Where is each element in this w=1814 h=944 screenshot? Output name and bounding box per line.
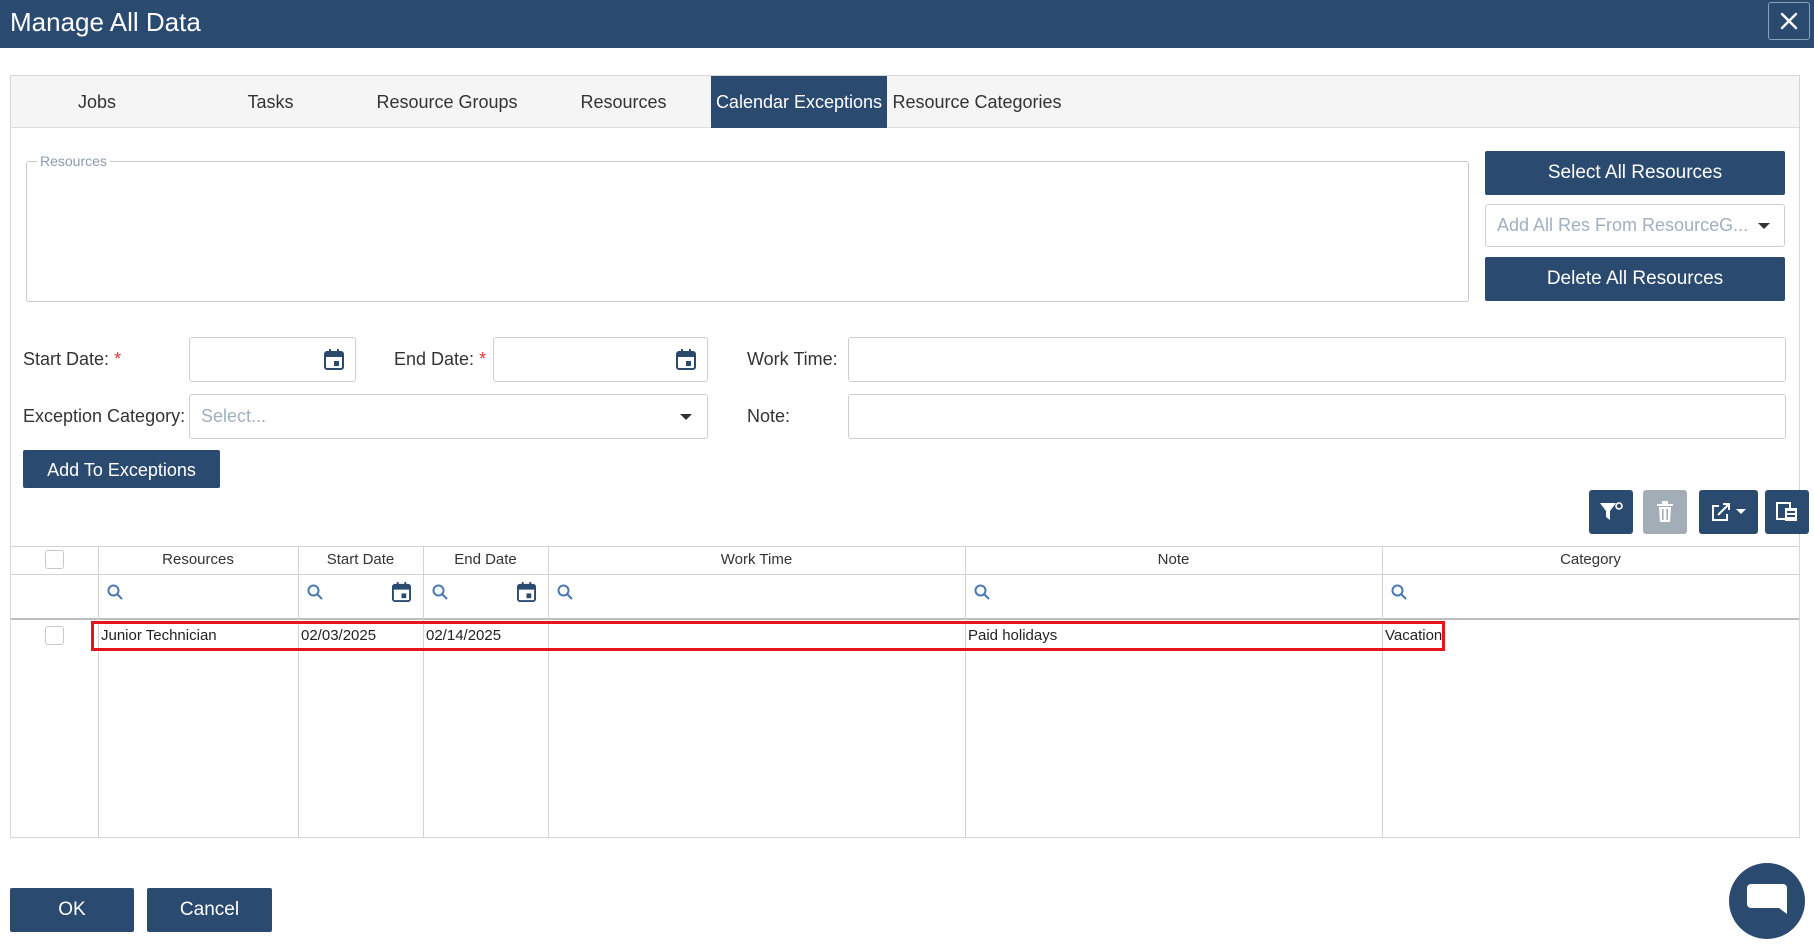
grid-column-divider (548, 546, 549, 838)
required-marker: * (479, 349, 487, 369)
delete-button[interactable] (1643, 490, 1687, 534)
select-all-resources-button[interactable]: Select All Resources (1485, 151, 1785, 195)
add-from-resource-group-placeholder: Add All Res From ResourceG... (1497, 215, 1749, 235)
calendar-icon[interactable] (392, 582, 411, 602)
row-checkbox[interactable] (45, 626, 64, 645)
add-from-resource-group-dropdown[interactable]: Add All Res From ResourceG... (1485, 204, 1785, 247)
main-panel: Jobs Tasks Resource Groups Resources Cal… (10, 75, 1809, 838)
export-button[interactable] (1699, 490, 1758, 534)
exception-category-select[interactable]: Select... (189, 394, 708, 439)
grid-column-divider (1382, 546, 1383, 838)
note-input[interactable] (848, 394, 1786, 439)
tab-jobs[interactable]: Jobs (11, 76, 183, 128)
search-icon[interactable] (107, 584, 123, 600)
search-icon[interactable] (307, 584, 323, 600)
tab-resource-categories[interactable]: Resource Categories (887, 76, 1067, 128)
row-highlight (91, 621, 1445, 651)
work-time-label: Work Time: (747, 349, 838, 369)
grid-filter-border (11, 618, 1799, 620)
exceptions-grid: Resources Start Date End Date Work Time … (11, 546, 1799, 838)
start-date-input[interactable] (189, 337, 356, 382)
chat-icon (1747, 884, 1787, 914)
required-marker: * (114, 349, 122, 369)
window-title: Manage All Data (10, 7, 201, 37)
grid-column-divider (98, 546, 99, 838)
work-time-input[interactable] (848, 337, 1786, 382)
search-icon[interactable] (432, 584, 448, 600)
select-all-checkbox[interactable] (45, 550, 64, 569)
exception-category-placeholder: Select... (201, 406, 267, 426)
calendar-icon[interactable] (324, 349, 344, 370)
search-icon[interactable] (1391, 584, 1407, 600)
close-icon (1780, 12, 1798, 30)
chat-button[interactable] (1729, 863, 1805, 939)
start-date-label: Start Date: * (23, 349, 122, 369)
note-label: Note: (747, 406, 791, 426)
add-to-exceptions-button[interactable]: Add To Exceptions (23, 450, 220, 488)
column-header-resources[interactable]: Resources (98, 546, 298, 574)
grid-column-divider (298, 546, 299, 838)
tab-calendar-exceptions[interactable]: Calendar Exceptions (711, 76, 887, 128)
delete-all-resources-button[interactable]: Delete All Resources (1485, 257, 1785, 301)
column-header-start-date[interactable]: Start Date (298, 546, 423, 574)
resources-box[interactable]: Resources (26, 153, 1469, 302)
close-button[interactable] (1768, 2, 1810, 40)
tab-tasks[interactable]: Tasks (183, 76, 358, 128)
grid-header-border (11, 574, 1799, 575)
chevron-down-icon (1736, 509, 1746, 514)
tab-resources[interactable]: Resources (536, 76, 711, 128)
exception-category-label: Exception Category: (23, 406, 186, 426)
calendar-icon[interactable] (676, 349, 696, 370)
column-chooser-icon (1776, 502, 1797, 521)
grid-column-divider (965, 546, 966, 838)
chevron-down-icon (1758, 223, 1770, 229)
search-icon[interactable] (974, 584, 990, 600)
filter-button[interactable] (1589, 490, 1633, 534)
tab-resource-groups[interactable]: Resource Groups (358, 76, 536, 128)
search-icon[interactable] (557, 584, 573, 600)
export-icon (1712, 503, 1730, 521)
grid-column-divider (423, 546, 424, 838)
end-date-input[interactable] (493, 337, 708, 382)
column-header-end-date[interactable]: End Date (423, 546, 548, 574)
resources-box-legend: Resources (37, 153, 110, 169)
column-header-work-time[interactable]: Work Time (548, 546, 965, 574)
tab-strip: Jobs Tasks Resource Groups Resources Cal… (11, 76, 1799, 128)
calendar-icon[interactable] (517, 582, 536, 602)
title-bar: Manage All Data (0, 0, 1814, 48)
cancel-button[interactable]: Cancel (147, 888, 272, 932)
ok-button[interactable]: OK (10, 888, 134, 932)
filter-icon (1600, 502, 1623, 520)
end-date-label: End Date: * (394, 349, 487, 369)
trash-icon (1657, 501, 1673, 522)
column-chooser-button[interactable] (1765, 490, 1809, 534)
chevron-down-icon (680, 414, 692, 420)
column-header-note[interactable]: Note (965, 546, 1382, 574)
column-header-category[interactable]: Category (1382, 546, 1799, 574)
